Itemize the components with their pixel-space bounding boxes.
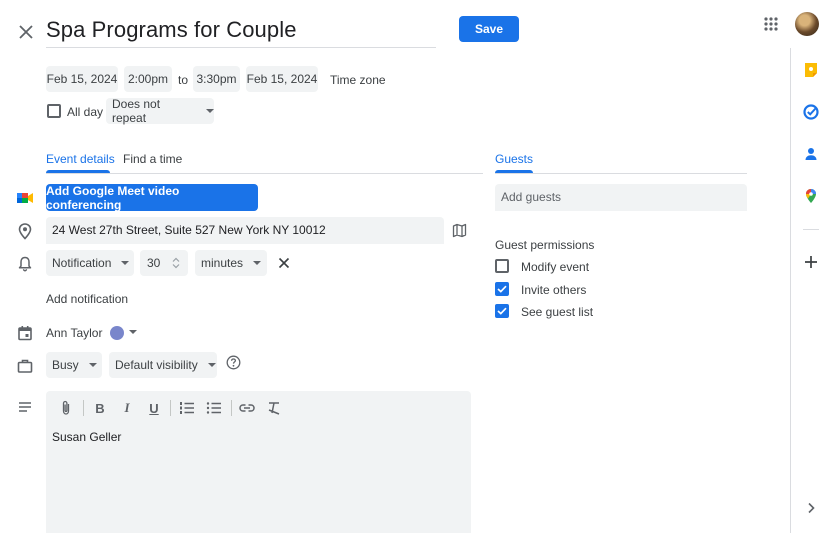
help-icon[interactable] <box>226 355 241 370</box>
modify-event-checkbox[interactable] <box>495 259 509 273</box>
calendar-owner[interactable]: Ann Taylor <box>46 326 102 340</box>
tab-guests[interactable]: Guests <box>495 152 533 166</box>
description-icon <box>16 398 34 416</box>
visibility-dropdown[interactable]: Default visibility <box>109 352 217 378</box>
clear-formatting-icon[interactable] <box>266 400 282 416</box>
calendar-icon <box>16 324 34 342</box>
toolbar-divider <box>231 400 232 416</box>
notification-value: 30 <box>147 256 161 270</box>
stepper-arrows-icon[interactable] <box>172 257 180 269</box>
add-guests-input[interactable]: Add guests <box>495 184 747 211</box>
invite-others-checkbox[interactable] <box>495 282 509 296</box>
notification-value-stepper[interactable]: 30 <box>140 250 188 276</box>
side-panel <box>790 48 830 533</box>
availability-dropdown[interactable]: Busy <box>46 352 102 378</box>
chevron-right-icon[interactable] <box>803 500 819 516</box>
map-icon[interactable] <box>452 223 467 238</box>
location-input[interactable]: 24 West 27th Street, Suite 527 New York … <box>46 217 444 244</box>
location-pin-icon <box>16 222 34 240</box>
toolbar-divider <box>83 400 84 416</box>
modify-event-label: Modify event <box>521 260 590 274</box>
event-title-input[interactable]: Spa Programs for Couple <box>46 14 436 48</box>
numbered-list-icon[interactable] <box>179 400 195 416</box>
to-label: to <box>178 73 189 87</box>
tabs-divider <box>46 173 483 174</box>
add-notification-link[interactable]: Add notification <box>46 292 128 306</box>
close-icon <box>19 25 33 39</box>
close-button[interactable] <box>14 20 38 44</box>
event-color-swatch[interactable] <box>110 326 124 340</box>
add-meet-button[interactable]: Add Google Meet video conferencing <box>46 184 258 212</box>
attachment-icon[interactable] <box>58 400 74 416</box>
contacts-icon[interactable] <box>803 146 819 162</box>
visibility-value: Default visibility <box>115 358 198 372</box>
link-icon[interactable] <box>239 400 255 416</box>
repeat-dropdown[interactable]: Does not repeat <box>106 97 214 125</box>
chevron-down-icon[interactable] <box>129 330 137 334</box>
end-date-chip[interactable]: Feb 15, 2024 <box>246 66 318 92</box>
description-text[interactable]: Susan Geller <box>52 430 121 444</box>
all-day-checkbox[interactable] <box>47 104 61 118</box>
maps-icon[interactable] <box>803 188 819 204</box>
availability-value: Busy <box>52 358 79 372</box>
keep-icon[interactable] <box>803 62 819 78</box>
google-meet-icon <box>16 189 34 207</box>
tasks-icon[interactable] <box>803 104 819 120</box>
see-guest-list-label: See guest list <box>521 305 594 319</box>
chevron-down-icon <box>88 363 97 367</box>
tab-find-a-time[interactable]: Find a time <box>123 152 182 166</box>
description-editor[interactable] <box>46 391 471 533</box>
chevron-down-icon <box>253 261 262 265</box>
timezone-button[interactable]: Time zone <box>330 73 386 87</box>
end-time-chip[interactable]: 3:30pm <box>193 66 240 92</box>
tab-event-details[interactable]: Event details <box>46 152 115 166</box>
start-date-chip[interactable]: Feb 15, 2024 <box>46 66 118 92</box>
guests-divider <box>495 173 747 174</box>
notification-type-value: Notification <box>52 256 112 270</box>
notification-unit-dropdown[interactable]: minutes <box>195 250 267 276</box>
start-time-chip[interactable]: 2:00pm <box>124 66 172 92</box>
italic-icon[interactable]: I <box>119 400 135 416</box>
apps-grid-icon[interactable] <box>762 15 780 33</box>
see-guest-list-checkbox[interactable] <box>495 304 509 318</box>
underline-icon[interactable]: U <box>146 400 162 416</box>
save-button[interactable]: Save <box>459 16 519 42</box>
bold-icon[interactable]: B <box>92 400 108 416</box>
invite-others-label: Invite others <box>521 283 587 297</box>
all-day-label: All day <box>67 105 104 119</box>
remove-notification-button[interactable] <box>277 256 291 270</box>
close-icon <box>278 257 290 269</box>
chevron-down-icon <box>206 109 214 113</box>
notification-unit-value: minutes <box>201 256 244 270</box>
toolbar-divider <box>170 400 171 416</box>
guest-permissions-title: Guest permissions <box>495 238 595 252</box>
side-panel-divider <box>803 229 819 230</box>
chevron-down-icon <box>207 363 216 367</box>
checkmark-icon <box>497 285 507 293</box>
repeat-value: Does not repeat <box>112 97 161 125</box>
notification-type-dropdown[interactable]: Notification <box>46 250 134 276</box>
checkmark-icon <box>497 307 507 315</box>
bulleted-list-icon[interactable] <box>206 400 222 416</box>
avatar[interactable] <box>795 12 819 36</box>
add-icon[interactable] <box>803 254 819 270</box>
briefcase-icon <box>16 357 34 375</box>
bell-icon <box>16 255 34 273</box>
chevron-down-icon <box>121 261 130 265</box>
